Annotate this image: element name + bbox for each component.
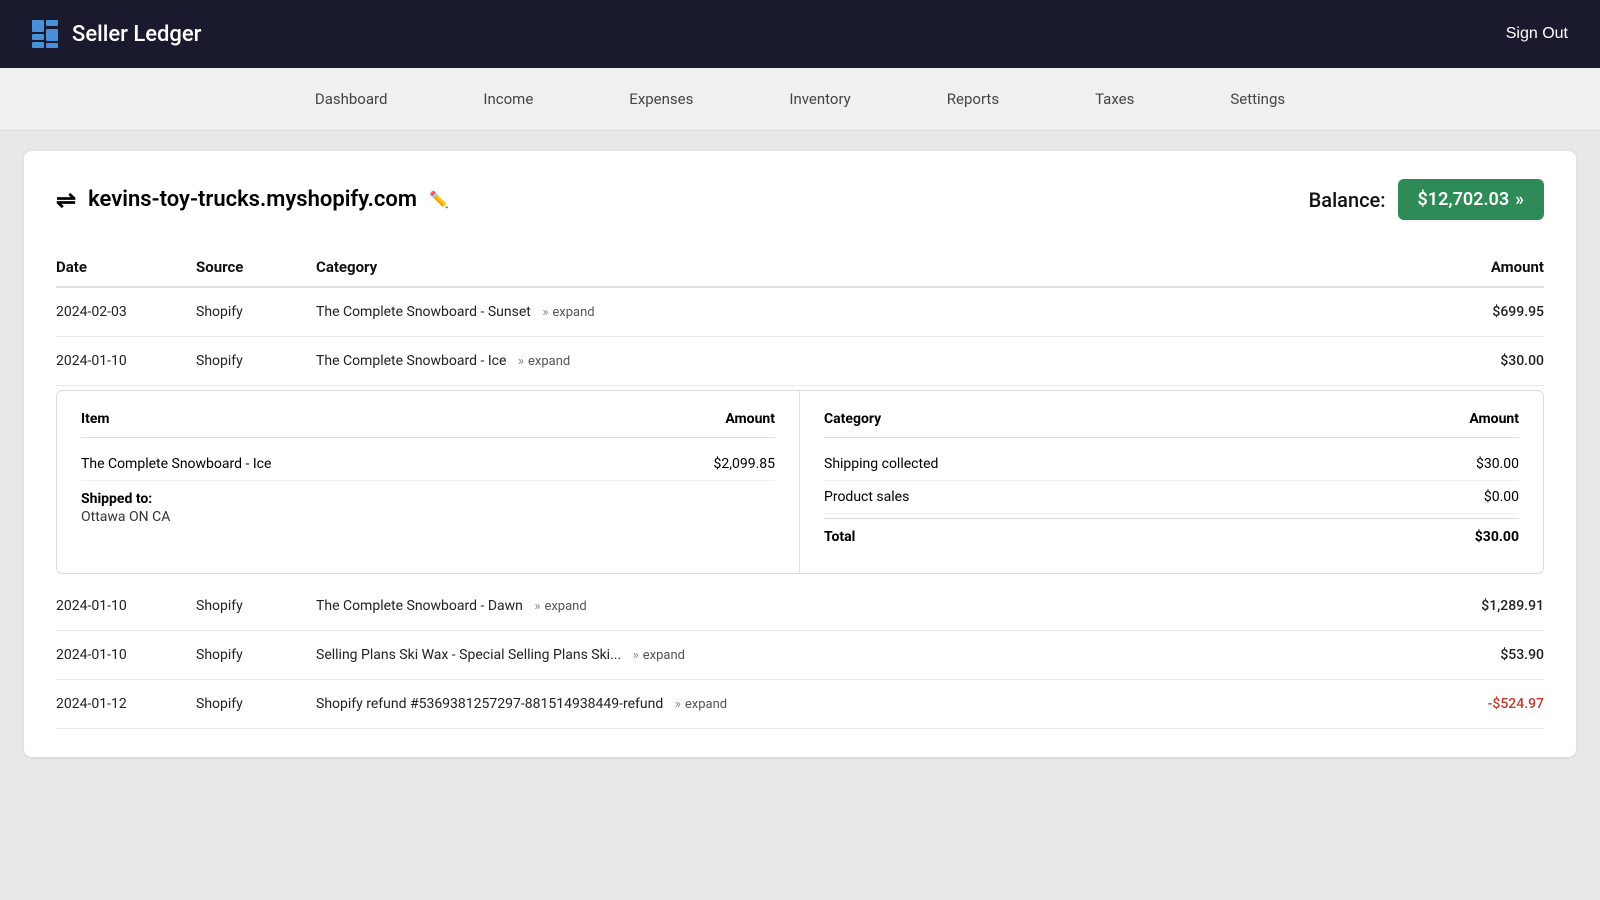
tx-date: 2024-01-10 bbox=[56, 647, 196, 663]
table-row: 2024-01-10 Shopify Selling Plans Ski Wax… bbox=[56, 631, 1544, 680]
balance-value: $12,702.03 bbox=[1418, 189, 1510, 210]
transfer-icon: ⇌ bbox=[56, 186, 76, 214]
table-row: 2024-01-10 Shopify The Complete Snowboar… bbox=[56, 582, 1544, 631]
expand-chevron-icon: » bbox=[534, 599, 540, 614]
expand-chevron-icon: » bbox=[518, 354, 524, 369]
shipped-address: Ottawa ON CA bbox=[81, 509, 775, 525]
table-row: 2024-01-10 Shopify The Complete Snowboar… bbox=[56, 337, 1544, 386]
tx-category: The Complete Snowboard - Ice » expand bbox=[316, 353, 1404, 369]
tx-category: Shopify refund #5369381257297-8815149384… bbox=[316, 696, 1404, 712]
tx-source: Shopify bbox=[196, 598, 316, 614]
main-content: ⇌ kevins-toy-trucks.myshopify.com ✏️ Bal… bbox=[0, 131, 1600, 777]
table-header: Date Source Category Amount bbox=[56, 248, 1544, 288]
logo-icon bbox=[32, 20, 60, 48]
col-header-amount: Amount bbox=[1404, 258, 1544, 276]
tx-date: 2024-01-10 bbox=[56, 598, 196, 614]
detail-right: Category Amount Shipping collected $30.0… bbox=[800, 391, 1543, 573]
nav-item-taxes[interactable]: Taxes bbox=[1047, 68, 1182, 130]
expand-chevron-icon: » bbox=[633, 648, 639, 663]
detail-inner: Item Amount The Complete Snowboard - Ice… bbox=[57, 391, 1543, 573]
detail-cat-header: Category Amount bbox=[824, 411, 1519, 438]
shipped-section: Shipped to: Ottawa ON CA bbox=[81, 481, 775, 535]
balance-badge: $12,702.03 » bbox=[1398, 179, 1544, 220]
expand-link[interactable]: » expand bbox=[633, 648, 685, 663]
tx-amount: $1,289.91 bbox=[1404, 598, 1544, 614]
expand-link[interactable]: » expand bbox=[518, 354, 570, 369]
nav-item-settings[interactable]: Settings bbox=[1182, 68, 1333, 130]
tx-category: Selling Plans Ski Wax - Special Selling … bbox=[316, 647, 1404, 663]
expand-link[interactable]: » expand bbox=[542, 305, 594, 320]
tx-amount: $699.95 bbox=[1404, 304, 1544, 320]
detail-cat-row: Shipping collected $30.00 bbox=[824, 448, 1519, 481]
nav-item-income[interactable]: Income bbox=[435, 68, 581, 130]
sign-out-button[interactable]: Sign Out bbox=[1506, 25, 1568, 43]
nav-bar: Dashboard Income Expenses Inventory Repo… bbox=[0, 68, 1600, 131]
table-row: 2024-01-12 Shopify Shopify refund #53693… bbox=[56, 680, 1544, 729]
app-name: Seller Ledger bbox=[72, 22, 201, 47]
tx-category: The Complete Snowboard - Sunset » expand bbox=[316, 304, 1404, 320]
account-card: ⇌ kevins-toy-trucks.myshopify.com ✏️ Bal… bbox=[24, 151, 1576, 757]
detail-left: Item Amount The Complete Snowboard - Ice… bbox=[57, 391, 800, 573]
expand-link[interactable]: » expand bbox=[534, 599, 586, 614]
tx-source: Shopify bbox=[196, 647, 316, 663]
balance-label: Balance: bbox=[1309, 188, 1386, 212]
balance-chevron: » bbox=[1515, 189, 1524, 210]
col-header-category: Category bbox=[316, 258, 1404, 276]
detail-total-row: Total $30.00 bbox=[824, 518, 1519, 553]
tx-date: 2024-02-03 bbox=[56, 304, 196, 320]
tx-category: The Complete Snowboard - Dawn » expand bbox=[316, 598, 1404, 614]
detail-cat-row: Product sales $0.00 bbox=[824, 481, 1519, 514]
col-header-source: Source bbox=[196, 258, 316, 276]
nav-item-reports[interactable]: Reports bbox=[899, 68, 1047, 130]
shipped-label: Shipped to: bbox=[81, 491, 775, 507]
edit-icon[interactable]: ✏️ bbox=[429, 190, 449, 209]
expand-chevron-icon: » bbox=[675, 697, 681, 712]
col-header-date: Date bbox=[56, 258, 196, 276]
nav-item-inventory[interactable]: Inventory bbox=[741, 68, 898, 130]
tx-date: 2024-01-12 bbox=[56, 696, 196, 712]
tx-source: Shopify bbox=[196, 696, 316, 712]
account-header: ⇌ kevins-toy-trucks.myshopify.com ✏️ Bal… bbox=[56, 179, 1544, 220]
detail-item-row: The Complete Snowboard - Ice $2,099.85 bbox=[81, 448, 775, 481]
account-name: kevins-toy-trucks.myshopify.com bbox=[88, 187, 417, 212]
tx-amount: $30.00 bbox=[1404, 353, 1544, 369]
tx-date: 2024-01-10 bbox=[56, 353, 196, 369]
account-title: ⇌ kevins-toy-trucks.myshopify.com ✏️ bbox=[56, 186, 449, 214]
tx-source: Shopify bbox=[196, 353, 316, 369]
tx-source: Shopify bbox=[196, 304, 316, 320]
logo-area: Seller Ledger bbox=[32, 20, 201, 48]
nav-item-expenses[interactable]: Expenses bbox=[581, 68, 741, 130]
detail-items-header: Item Amount bbox=[81, 411, 775, 438]
nav-item-dashboard[interactable]: Dashboard bbox=[267, 68, 436, 130]
expand-link[interactable]: » expand bbox=[675, 697, 727, 712]
tx-amount: -$524.97 bbox=[1404, 696, 1544, 712]
table-row: 2024-02-03 Shopify The Complete Snowboar… bbox=[56, 288, 1544, 337]
detail-card: Item Amount The Complete Snowboard - Ice… bbox=[56, 390, 1544, 574]
balance-area: Balance: $12,702.03 » bbox=[1309, 179, 1544, 220]
top-header: Seller Ledger Sign Out bbox=[0, 0, 1600, 68]
expand-chevron-icon: » bbox=[542, 305, 548, 320]
tx-amount: $53.90 bbox=[1404, 647, 1544, 663]
